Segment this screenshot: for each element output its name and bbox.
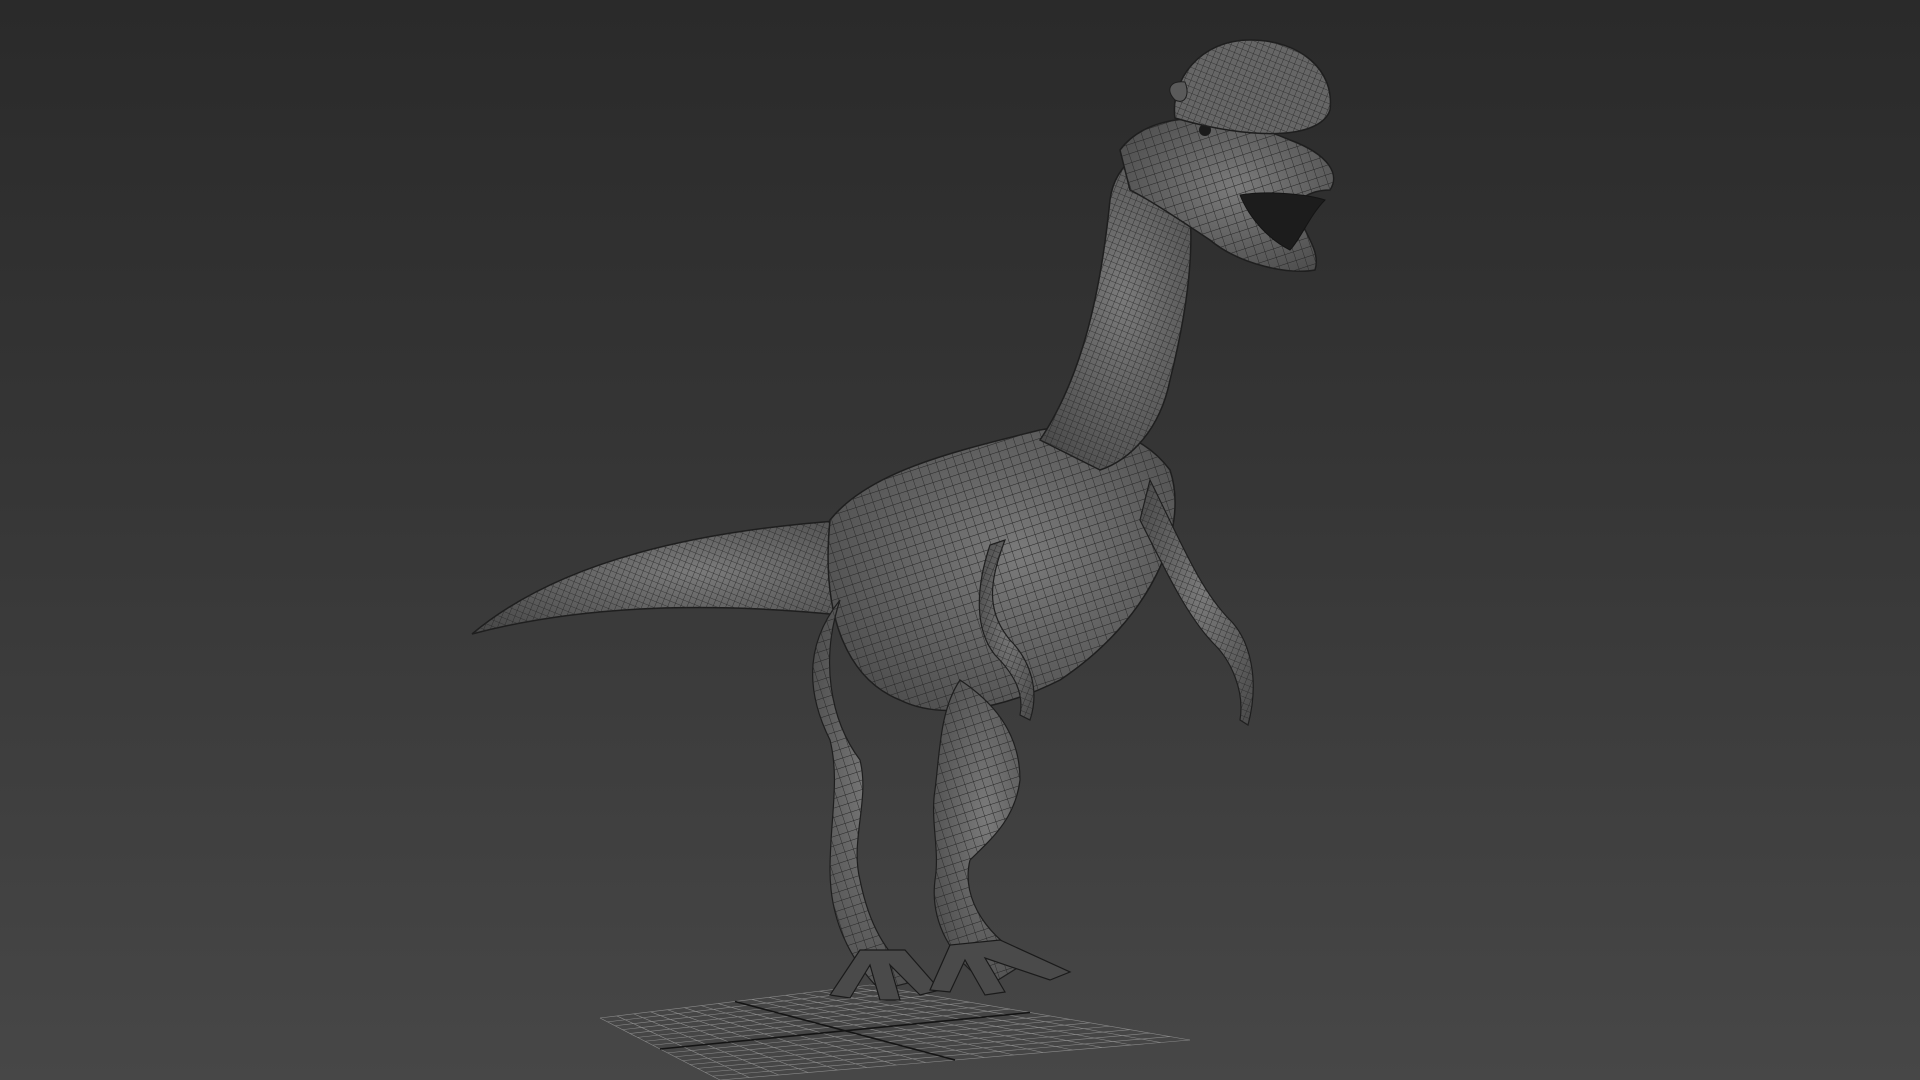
mesh-foot-left [828,949,942,1001]
mesh-tail-wire [472,519,880,634]
3d-viewport[interactable] [0,0,1920,1080]
mesh-crest-wire [1174,40,1331,134]
dinosaur-mesh-icon[interactable] [471,39,1335,1001]
mesh-arm-right-wire [1140,480,1254,725]
mesh-leg-right-wire [933,680,1030,985]
viewport-scene[interactable] [0,0,1920,1080]
mesh-body-wire [828,426,1176,711]
mesh-crest-front [1169,81,1188,102]
